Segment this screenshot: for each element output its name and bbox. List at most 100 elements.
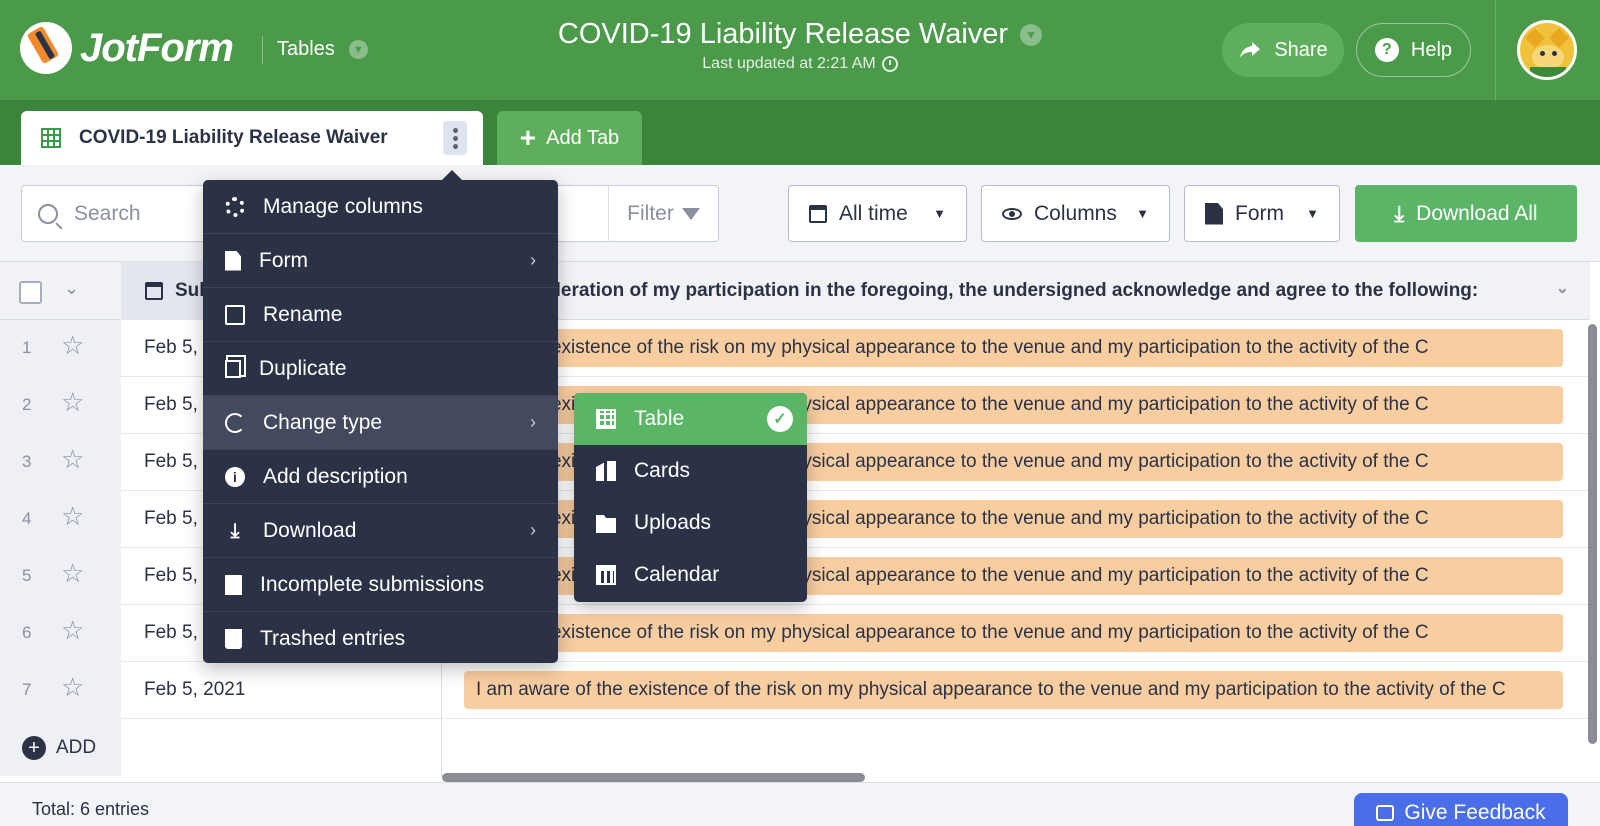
- add-tab-label: Add Tab: [546, 126, 620, 149]
- tab-options-icon[interactable]: [443, 121, 467, 155]
- column-divider: [441, 716, 442, 776]
- row-number: 6: [22, 623, 32, 642]
- help-button[interactable]: ? Help: [1356, 23, 1471, 77]
- form-icon: [1205, 202, 1223, 225]
- menu-item-label: Trashed entries: [260, 627, 406, 650]
- star-icon[interactable]: ☆: [61, 446, 84, 472]
- menu-item-label: Incomplete submissions: [260, 572, 485, 596]
- menu-item-label: Download: [263, 518, 357, 542]
- chevron-right-icon: ›: [530, 520, 536, 540]
- row-number: 5: [22, 566, 32, 585]
- star-icon[interactable]: ☆: [61, 560, 84, 586]
- menu-item-change-type[interactable]: Change type ›: [203, 396, 558, 450]
- answer-tag: I am aware of the existence of the risk …: [464, 671, 1563, 709]
- jotform-logo-icon: [20, 22, 72, 74]
- plus-icon: +: [519, 122, 537, 153]
- search-icon: [38, 203, 58, 224]
- column-header-label: ideration of my participation in the for…: [544, 280, 1479, 301]
- star-icon[interactable]: ☆: [61, 674, 84, 700]
- menu-item-trashed-entries[interactable]: Trashed entries: [203, 612, 558, 666]
- submenu-item-uploads[interactable]: Uploads: [574, 497, 807, 549]
- help-label: Help: [1410, 38, 1453, 61]
- select-all-checkbox[interactable]: [19, 281, 42, 304]
- page-title-dropdown[interactable]: COVID-19 Liability Release Waiver ▼: [557, 18, 1043, 51]
- star-icon[interactable]: ☆: [61, 332, 84, 358]
- header-divider: [1495, 0, 1496, 100]
- date-range-dropdown[interactable]: All time ▼: [788, 185, 967, 242]
- tables-dropdown[interactable]: Tables ▼: [277, 38, 368, 61]
- star-icon[interactable]: ☆: [61, 503, 84, 529]
- eye-icon: [1002, 207, 1022, 220]
- row-number-cell: 2 ☆: [0, 377, 121, 434]
- submission-date: Feb 5, 2021: [144, 679, 246, 700]
- tab-options-menu: Manage columns Form › Rename Duplicate C…: [203, 170, 558, 666]
- submenu-item-cards[interactable]: Cards: [574, 445, 807, 497]
- download-all-button[interactable]: ⤓ Download All: [1355, 185, 1577, 242]
- filter-icon: [681, 207, 700, 220]
- menu-item-incomplete-submissions[interactable]: Incomplete submissions: [203, 558, 558, 612]
- feedback-label: Give Feedback: [1404, 801, 1546, 824]
- add-row-button[interactable]: + ADD: [0, 719, 121, 776]
- row-number: 4: [22, 509, 32, 528]
- chevron-down-icon[interactable]: ⌄: [64, 278, 79, 299]
- page-title: COVID-19 Liability Release Waiver: [557, 18, 1009, 50]
- tables-label: Tables: [277, 38, 335, 60]
- menu-item-label: Form: [259, 248, 308, 272]
- folder-icon: [596, 515, 616, 533]
- form-dropdown[interactable]: Form ▼: [1184, 185, 1340, 242]
- columns-label: Columns: [1034, 201, 1117, 225]
- logo-text: JotForm: [80, 25, 234, 70]
- tab-label: COVID-19 Liability Release Waiver: [79, 127, 388, 148]
- vertical-scrollbar[interactable]: [1588, 324, 1597, 744]
- chevron-down-icon[interactable]: ⌄: [1556, 278, 1569, 298]
- answer-tag: re of the existence of the risk on my ph…: [464, 329, 1563, 367]
- star-icon[interactable]: ☆: [61, 389, 84, 415]
- menu-item-form[interactable]: Form ›: [203, 234, 558, 288]
- add-tab-button[interactable]: + Add Tab: [497, 111, 642, 165]
- row-number-cell: 5 ☆: [0, 548, 121, 605]
- star-icon[interactable]: ☆: [61, 617, 84, 643]
- columns-dropdown[interactable]: Columns ▼: [981, 185, 1170, 242]
- feedback-icon: [1376, 805, 1395, 821]
- help-icon: ?: [1374, 38, 1399, 62]
- submission-date: Feb 5,: [144, 622, 198, 643]
- submenu-item-label: Uploads: [634, 511, 712, 534]
- share-label: Share: [1274, 38, 1328, 61]
- user-avatar[interactable]: [1517, 20, 1577, 80]
- menu-item-label: Add description: [263, 464, 408, 488]
- share-button[interactable]: Share: [1222, 23, 1344, 77]
- menu-item-add-description[interactable]: i Add description: [203, 450, 558, 504]
- clock-icon: [881, 56, 898, 72]
- submenu-item-label: Cards: [634, 459, 691, 482]
- answer-tag: re of the existence of the risk on my ph…: [464, 614, 1563, 652]
- column-header-acknowledgement[interactable]: ideration of my participation in the for…: [441, 262, 1591, 320]
- calendar-icon: [809, 204, 827, 223]
- submenu-item-calendar[interactable]: Calendar: [574, 549, 807, 601]
- submenu-item-label: Calendar: [634, 563, 720, 586]
- total-entries: Total: 6 entries: [32, 799, 150, 819]
- menu-item-manage-columns[interactable]: Manage columns: [203, 180, 558, 234]
- row-number-cell: 7 ☆: [0, 662, 121, 719]
- header-divider: [262, 36, 263, 64]
- tab-covid-waiver[interactable]: COVID-19 Liability Release Waiver: [21, 111, 483, 165]
- row-number-cell: 6 ☆: [0, 605, 121, 662]
- submission-date: Feb 5,: [144, 451, 198, 472]
- jotform-logo[interactable]: JotForm: [20, 22, 234, 74]
- horizontal-scrollbar[interactable]: [442, 773, 865, 782]
- give-feedback-button[interactable]: Give Feedback: [1354, 793, 1568, 826]
- table-grid-icon: [596, 409, 616, 429]
- table-row[interactable]: 7 ☆ Feb 5, 2021 I am aware of the existe…: [0, 662, 1590, 719]
- submission-date: Feb 5,: [144, 394, 198, 415]
- filter-button[interactable]: Filter: [608, 185, 719, 242]
- menu-item-rename[interactable]: Rename: [203, 288, 558, 342]
- app-header: JotForm Tables ▼ COVID-19 Liability Rele…: [0, 0, 1600, 100]
- row-number-cell: 1 ☆: [0, 320, 121, 377]
- menu-item-duplicate[interactable]: Duplicate: [203, 342, 558, 396]
- submenu-item-table[interactable]: Table ✓: [574, 393, 807, 445]
- checkmark-icon: ✓: [767, 406, 793, 432]
- menu-item-download[interactable]: ⤓ Download ›: [203, 504, 558, 558]
- chevron-down-icon: ▼: [1136, 206, 1149, 221]
- share-arrow-icon: [1240, 42, 1261, 58]
- row-number: 2: [22, 395, 32, 414]
- download-icon: ⤓: [230, 519, 240, 542]
